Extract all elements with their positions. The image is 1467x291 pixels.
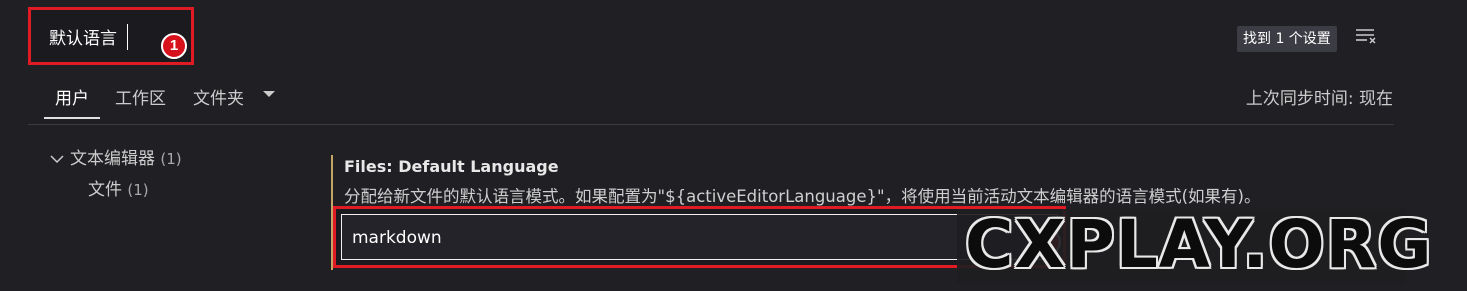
setting-value-field[interactable] (341, 214, 1058, 260)
text-caret (127, 24, 128, 50)
tree-group-count: (1) (160, 150, 182, 168)
setting-title: Files: Default Language (344, 157, 559, 176)
watermark: CXPLAY.ORG (957, 207, 1432, 283)
tree-item-count: (1) (127, 181, 149, 199)
tree-group-text-editor[interactable]: 文本编辑器 (1) (50, 144, 182, 169)
tab-user[interactable]: 用户 (55, 84, 89, 109)
default-language-input[interactable] (352, 225, 952, 251)
result-count-badge: 找到 1 个设置 (1237, 26, 1337, 52)
step-marker-1: 1 (161, 33, 187, 59)
chevron-down-icon[interactable] (262, 89, 276, 99)
tree-group-label: 文本编辑器 (70, 149, 155, 169)
setting-description: 分配给新文件的默认语言模式。如果配置为"${activeEditorLangua… (344, 187, 1261, 206)
sync-status: 上次同步时间: 现在 (1245, 89, 1393, 109)
tab-folder[interactable]: 文件夹 (193, 84, 244, 109)
search-box[interactable]: 1 (28, 7, 194, 65)
settings-search-input[interactable] (49, 23, 159, 49)
tree-item-label: 文件 (88, 180, 122, 200)
watermark-text: CXPLAY.ORG (965, 206, 1433, 283)
tree-item-files[interactable]: 文件 (1) (88, 175, 149, 200)
chevron-down-icon (50, 155, 64, 164)
active-tab-indicator (44, 117, 100, 119)
clear-filter-icon[interactable] (1355, 27, 1377, 45)
header-divider (28, 124, 1394, 125)
tab-workspace[interactable]: 工作区 (115, 84, 166, 109)
